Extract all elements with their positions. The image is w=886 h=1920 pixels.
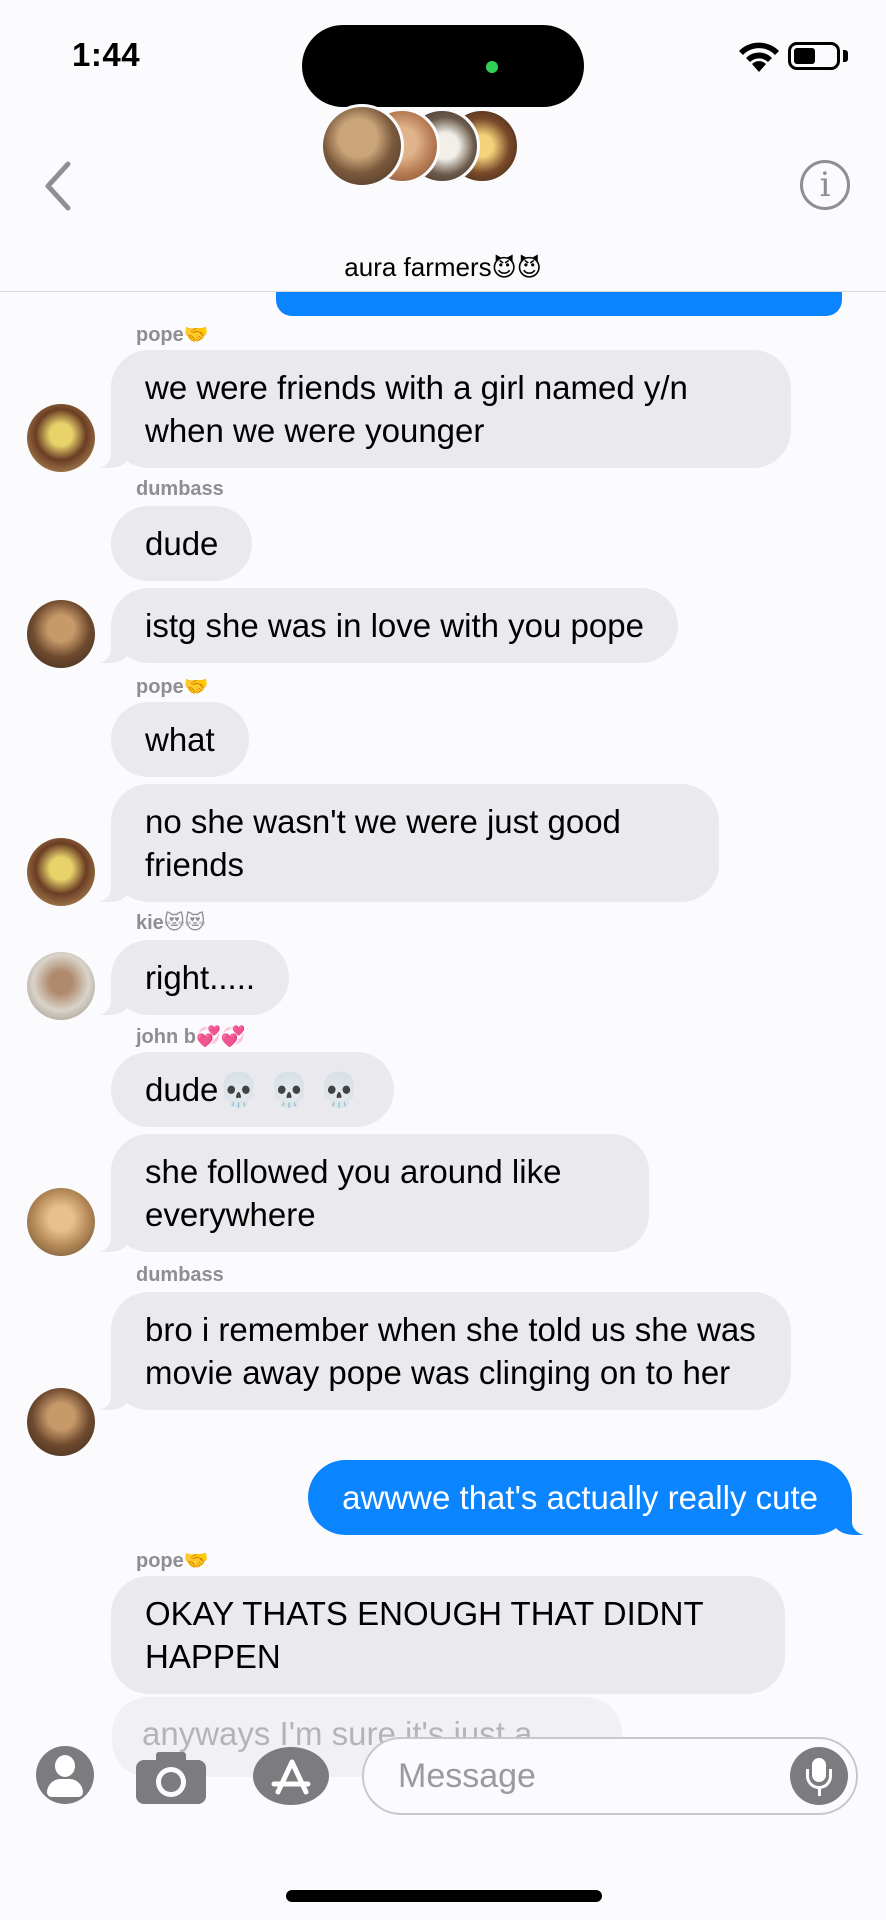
camera-icon[interactable] bbox=[134, 1748, 208, 1806]
message-bubble[interactable]: she followed you around like everywhere bbox=[85, 1134, 649, 1253]
group-avatar-1 bbox=[320, 104, 404, 188]
avatar-pope[interactable] bbox=[27, 838, 95, 906]
conversation-header: 1:44 i aura farmers😈😈 bbox=[0, 0, 886, 292]
message-bubble[interactable]: no she wasn't we were just good friends bbox=[85, 784, 719, 903]
message-bubble[interactable]: what bbox=[111, 702, 249, 777]
group-name[interactable]: aura farmers😈😈 bbox=[0, 252, 886, 283]
back-chevron-icon[interactable] bbox=[40, 160, 74, 212]
message-bubble[interactable]: OKAY THATS ENOUGH THAT DIDNT HAPPEN bbox=[111, 1576, 785, 1694]
status-time: 1:44 bbox=[72, 36, 141, 73]
avatar-john-b[interactable] bbox=[27, 1188, 95, 1256]
dynamic-island bbox=[302, 25, 584, 107]
group-name-text: aura farmers bbox=[344, 252, 492, 282]
avatar-dumbass[interactable] bbox=[27, 1388, 95, 1456]
sent-message-bubble[interactable]: awwwe that's actually really cute bbox=[308, 1460, 878, 1536]
sender-label: dumbass bbox=[136, 478, 224, 500]
message-bubble[interactable]: we were friends with a girl named y/n wh… bbox=[85, 350, 791, 469]
group-avatars[interactable] bbox=[320, 104, 540, 188]
message-bubble[interactable]: dude bbox=[111, 506, 253, 581]
microphone-icon[interactable] bbox=[790, 1747, 848, 1805]
message-input-placeholder: Message bbox=[398, 1757, 536, 1795]
camera-indicator-dot bbox=[486, 61, 498, 73]
sender-label: pope🤝 bbox=[136, 676, 209, 698]
sender-label: pope🤝 bbox=[136, 1550, 209, 1572]
home-indicator[interactable] bbox=[286, 1890, 602, 1902]
group-name-emoji: 😈😈 bbox=[491, 255, 542, 282]
avatar-dumbass[interactable] bbox=[27, 600, 95, 668]
battery-icon bbox=[788, 42, 840, 70]
avatar-kie[interactable] bbox=[27, 952, 95, 1020]
message-bubble[interactable]: dude💀 💀 💀 bbox=[111, 1052, 395, 1127]
contact-button[interactable] bbox=[36, 1746, 94, 1804]
sent-bubble-partial bbox=[276, 292, 842, 316]
message-input[interactable]: Message bbox=[362, 1737, 858, 1815]
sender-label: john b💞💞 bbox=[136, 1026, 246, 1048]
sender-label: dumbass bbox=[136, 1264, 224, 1286]
message-bubble[interactable]: istg she was in love with you pope bbox=[85, 588, 678, 664]
info-icon[interactable]: i bbox=[800, 160, 850, 210]
message-bubble[interactable]: right..... bbox=[84, 940, 290, 1016]
app-store-icon[interactable] bbox=[252, 1746, 330, 1806]
sender-label: pope🤝 bbox=[136, 324, 209, 346]
avatar-pope[interactable] bbox=[27, 404, 95, 472]
message-bubble[interactable]: bro i remember when she told us she was … bbox=[85, 1292, 791, 1411]
wifi-icon bbox=[739, 42, 779, 72]
sender-label: kie😻😻 bbox=[136, 912, 206, 934]
battery-cap bbox=[843, 50, 848, 62]
